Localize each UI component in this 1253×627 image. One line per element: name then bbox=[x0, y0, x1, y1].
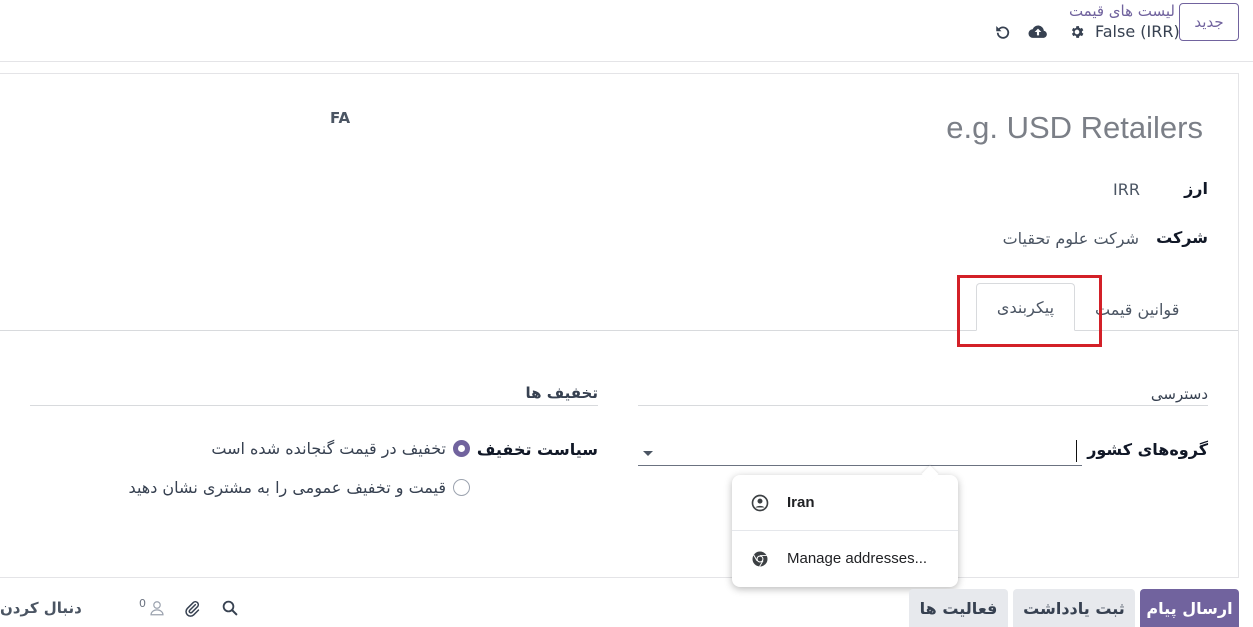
control-panel: جدید لیست های قیمت False (IRR) bbox=[0, 0, 1253, 62]
highlight-annotation-box bbox=[957, 275, 1102, 347]
discard-icon[interactable] bbox=[993, 23, 1013, 41]
discount-group-divider bbox=[30, 405, 598, 406]
pricelist-name-input[interactable]: e.g. USD Retailers bbox=[946, 110, 1203, 146]
access-group-title: دسترسی bbox=[1150, 385, 1208, 403]
person-circle-icon bbox=[751, 494, 769, 511]
breadcrumb-pricelists[interactable]: لیست های قیمت bbox=[1069, 2, 1175, 20]
chrome-icon bbox=[752, 551, 768, 567]
discount-group-title: تخفیف ها bbox=[525, 384, 598, 402]
autofill-item-label: Manage addresses... bbox=[787, 550, 928, 567]
chatter-bar: ارسال پیام ثبت یادداشت فعالیت ها 0 دنبال… bbox=[0, 587, 1253, 627]
company-field[interactable]: شرکت علوم تحقیات bbox=[1003, 229, 1139, 248]
discount-policy-label: سیاست تخفیف bbox=[476, 440, 598, 459]
country-groups-input[interactable] bbox=[638, 438, 1082, 466]
show-discount-radio[interactable] bbox=[453, 479, 470, 496]
log-note-button[interactable]: ثبت یادداشت bbox=[1013, 589, 1135, 627]
text-cursor bbox=[1076, 440, 1077, 462]
breadcrumb-current-record: False (IRR) bbox=[1095, 22, 1180, 41]
discount-included-radio[interactable] bbox=[453, 440, 470, 457]
follower-count: 0 bbox=[139, 597, 146, 610]
search-icon[interactable] bbox=[221, 599, 239, 617]
access-group-divider bbox=[638, 405, 1208, 406]
currency-label: ارز bbox=[1184, 179, 1208, 198]
autofill-dropdown: Iran Manage addresses... bbox=[732, 475, 958, 587]
user-outline-icon[interactable] bbox=[148, 599, 166, 617]
autofill-manage-addresses[interactable]: Manage addresses... bbox=[732, 531, 958, 586]
autofill-item-iran[interactable]: Iran bbox=[732, 475, 958, 530]
send-message-button[interactable]: ارسال پیام bbox=[1140, 589, 1239, 627]
show-discount-label[interactable]: قیمت و تخفیف عمومی را به مشتری نشان دهید bbox=[129, 478, 446, 497]
currency-field[interactable]: IRR bbox=[1113, 180, 1140, 199]
discount-included-label[interactable]: تخفیف در قیمت گنجانده شده است bbox=[211, 439, 446, 458]
activities-button[interactable]: فعالیت ها bbox=[909, 589, 1008, 627]
follow-button[interactable]: دنبال کردن bbox=[0, 599, 82, 617]
language-badge[interactable]: FA bbox=[330, 109, 350, 127]
paperclip-icon[interactable] bbox=[183, 599, 201, 617]
tab-price-rules[interactable]: قوانین قیمت bbox=[1095, 295, 1179, 323]
gear-icon[interactable] bbox=[1069, 24, 1085, 40]
autofill-item-label: Iran bbox=[787, 494, 815, 511]
country-groups-label: گروه‌های کشور bbox=[1087, 440, 1208, 459]
dropdown-caret-icon[interactable] bbox=[643, 451, 653, 456]
new-button[interactable]: جدید bbox=[1179, 3, 1239, 41]
cloud-upload-icon[interactable] bbox=[1028, 23, 1048, 41]
company-label: شرکت bbox=[1156, 228, 1208, 247]
